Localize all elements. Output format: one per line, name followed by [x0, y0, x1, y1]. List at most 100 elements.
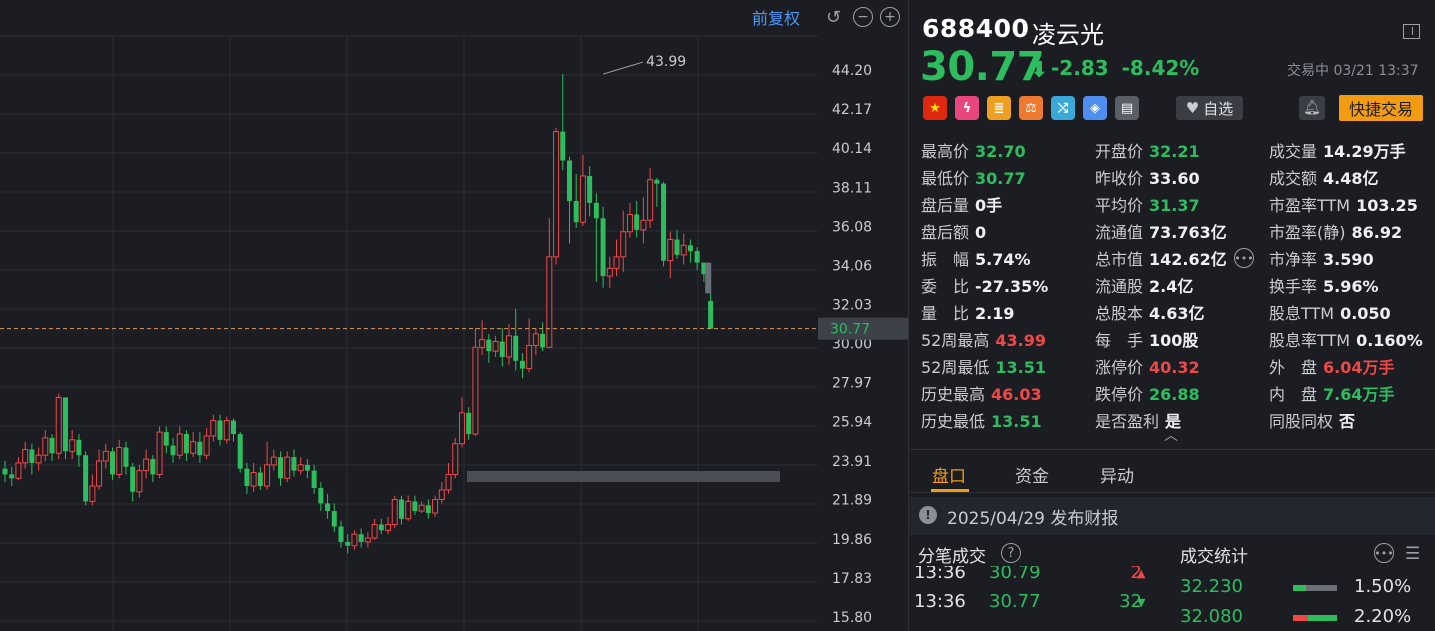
stat-value: 100股	[1149, 331, 1199, 350]
tab-orderbook[interactable]: 盘口	[932, 462, 966, 487]
stat-label: 最低价	[921, 169, 970, 188]
cn-flag-icon[interactable]: ★	[923, 96, 947, 120]
stat-item: 跌停价 26.88	[1095, 381, 1200, 405]
stat-label: 流通值	[1095, 223, 1144, 242]
candle-body	[297, 464, 304, 472]
tick-list[interactable]: 13:36 30.79 2 ▲ 13:36 30.77 32 ▼	[909, 566, 1169, 631]
candle-body	[278, 457, 284, 479]
stock-code: 688400	[922, 14, 1030, 43]
stat-item: 流通股 2.4亿	[1095, 273, 1193, 297]
candle-body	[587, 175, 593, 203]
y-tick-label: 27.97	[832, 376, 872, 392]
trade-stats-title: 成交统计	[1180, 547, 1248, 567]
zoom-in-icon[interactable]: +	[880, 7, 900, 27]
candle-body	[687, 245, 693, 252]
stat-item: 市净率 3.590	[1269, 246, 1374, 270]
zoom-out-icon[interactable]: −	[853, 7, 873, 27]
stat-item: 总股本 4.63亿	[1095, 300, 1205, 324]
stat-label: 股息TTM	[1269, 304, 1335, 323]
reset-icon[interactable]: ↺	[826, 6, 841, 28]
stat-label: 振 幅	[921, 250, 970, 269]
candle-body	[432, 499, 439, 514]
list-view-icon[interactable]: ☰	[1405, 544, 1420, 564]
candle-body	[318, 487, 324, 504]
stat-item: 流通值 73.763亿	[1095, 219, 1227, 243]
stat-item: 成交额 4.48亿	[1269, 165, 1379, 189]
y-tick-label: 23.91	[832, 454, 872, 470]
scale-icon[interactable]: ⚖	[1019, 96, 1043, 120]
stat-label: 量 比	[921, 304, 970, 323]
stat-item: 每 手 100股	[1095, 327, 1198, 351]
stat-label: 同股同权	[1269, 412, 1334, 431]
stats-row: 历史最低 13.51 是否盈利是同股同权否	[921, 408, 1435, 435]
y-tick-label: 44.20	[832, 63, 872, 79]
candle-body	[499, 341, 505, 357]
stat-value: 否	[1339, 412, 1356, 431]
margin-icon[interactable]: ϟ	[955, 96, 979, 120]
info-icon: !	[919, 506, 937, 524]
candle-body	[667, 238, 674, 262]
candle-body	[445, 473, 452, 491]
stat-label: 换手率	[1269, 277, 1318, 296]
candlestick-svg[interactable]: 44.2042.1740.1438.1136.0834.0632.0330.00…	[0, 0, 908, 631]
tab-capital[interactable]: 资金	[1015, 462, 1049, 487]
candle-body	[371, 524, 378, 539]
candle-body	[694, 251, 700, 263]
stat-label: 委 比	[921, 277, 970, 296]
stat-value: 26.88	[1149, 385, 1200, 404]
candle-body	[22, 448, 29, 464]
sell-fill	[1293, 615, 1309, 621]
candle-body	[230, 420, 236, 435]
stat-value: 3.590	[1323, 250, 1374, 269]
candle-body	[257, 472, 263, 487]
candle-body	[217, 420, 223, 440]
candle-body	[136, 470, 143, 493]
candle-body	[593, 202, 599, 219]
stat-value: 4.48亿	[1323, 169, 1379, 188]
stat-value: 31.37	[1149, 196, 1200, 215]
stats-grid: 最高价 32.70 开盘价 32.21 成交量 14.29万手 最低价 30.77 昨收价 33.…	[921, 138, 1435, 435]
kline-chart[interactable]: 44.20 42.17 40.14 38.11 36.08 34.06 32.03 30.00…	[0, 0, 908, 631]
shuffle-icon[interactable]: ⤭	[1051, 96, 1075, 120]
help-icon[interactable]: ?	[1001, 543, 1021, 563]
tag-icon[interactable]: ◈	[1083, 96, 1107, 120]
stat-label: 总市值	[1095, 250, 1144, 269]
candle-body	[466, 412, 472, 435]
panel-toggle-icon[interactable]	[1403, 24, 1420, 39]
stat-item: 成交量 14.29万手	[1269, 138, 1406, 162]
stat-value: 0.160%	[1356, 331, 1423, 350]
collapse-caret-icon[interactable]: ︿	[1164, 425, 1178, 445]
more-icon[interactable]: •••	[1234, 248, 1254, 268]
tick-row: 13:36 30.77 32 ▼	[914, 591, 1154, 619]
trade-stat-percent: 1.50%	[1354, 576, 1412, 597]
options-icon[interactable]: •••	[1374, 543, 1394, 563]
y-tick-label: 15.80	[832, 610, 872, 626]
stats-row: 历史最高 46.03 跌停价 26.88 内 盘 7.64万手	[921, 381, 1435, 408]
book-icon[interactable]: ▤	[1115, 96, 1139, 120]
stat-item: 平均价 31.37	[1095, 192, 1200, 216]
candle-body	[62, 397, 68, 452]
stat-item: 最高价 32.70	[921, 138, 1026, 162]
quick-trade-button[interactable]: 快捷交易	[1339, 95, 1423, 121]
candle-body	[378, 524, 384, 531]
candle-body	[526, 344, 533, 370]
tab-movement[interactable]: 异动	[1100, 462, 1134, 487]
alert-bell-icon[interactable]: 🔔︎	[1299, 96, 1325, 120]
candle-body	[626, 213, 633, 233]
add-watchlist-button[interactable]: ♥ 自选	[1176, 96, 1243, 120]
stat-label: 成交量	[1269, 142, 1318, 161]
candle-body	[425, 505, 431, 513]
ticks-title: 分笔成交	[918, 547, 986, 567]
trade-stats-list[interactable]: 32.230 1.50% 32.080 2.20%	[1171, 566, 1435, 631]
pending-candle	[705, 262, 712, 294]
database-icon[interactable]: ≣	[987, 96, 1011, 120]
restore-adjust-button[interactable]: 前复权	[752, 6, 800, 28]
earnings-notice[interactable]: ! 2025/04/29 发布财报	[909, 497, 1435, 535]
y-tick-label: 34.06	[832, 258, 872, 274]
stat-item: 总市值 142.62亿	[1095, 246, 1227, 270]
stat-label: 历史最低	[921, 412, 986, 431]
trade-stat-percent: 2.20%	[1354, 606, 1412, 627]
stat-item: 盘后量 0手	[921, 192, 1002, 216]
watch-label: 自选	[1203, 99, 1234, 118]
stat-label: 历史最高	[921, 385, 986, 404]
